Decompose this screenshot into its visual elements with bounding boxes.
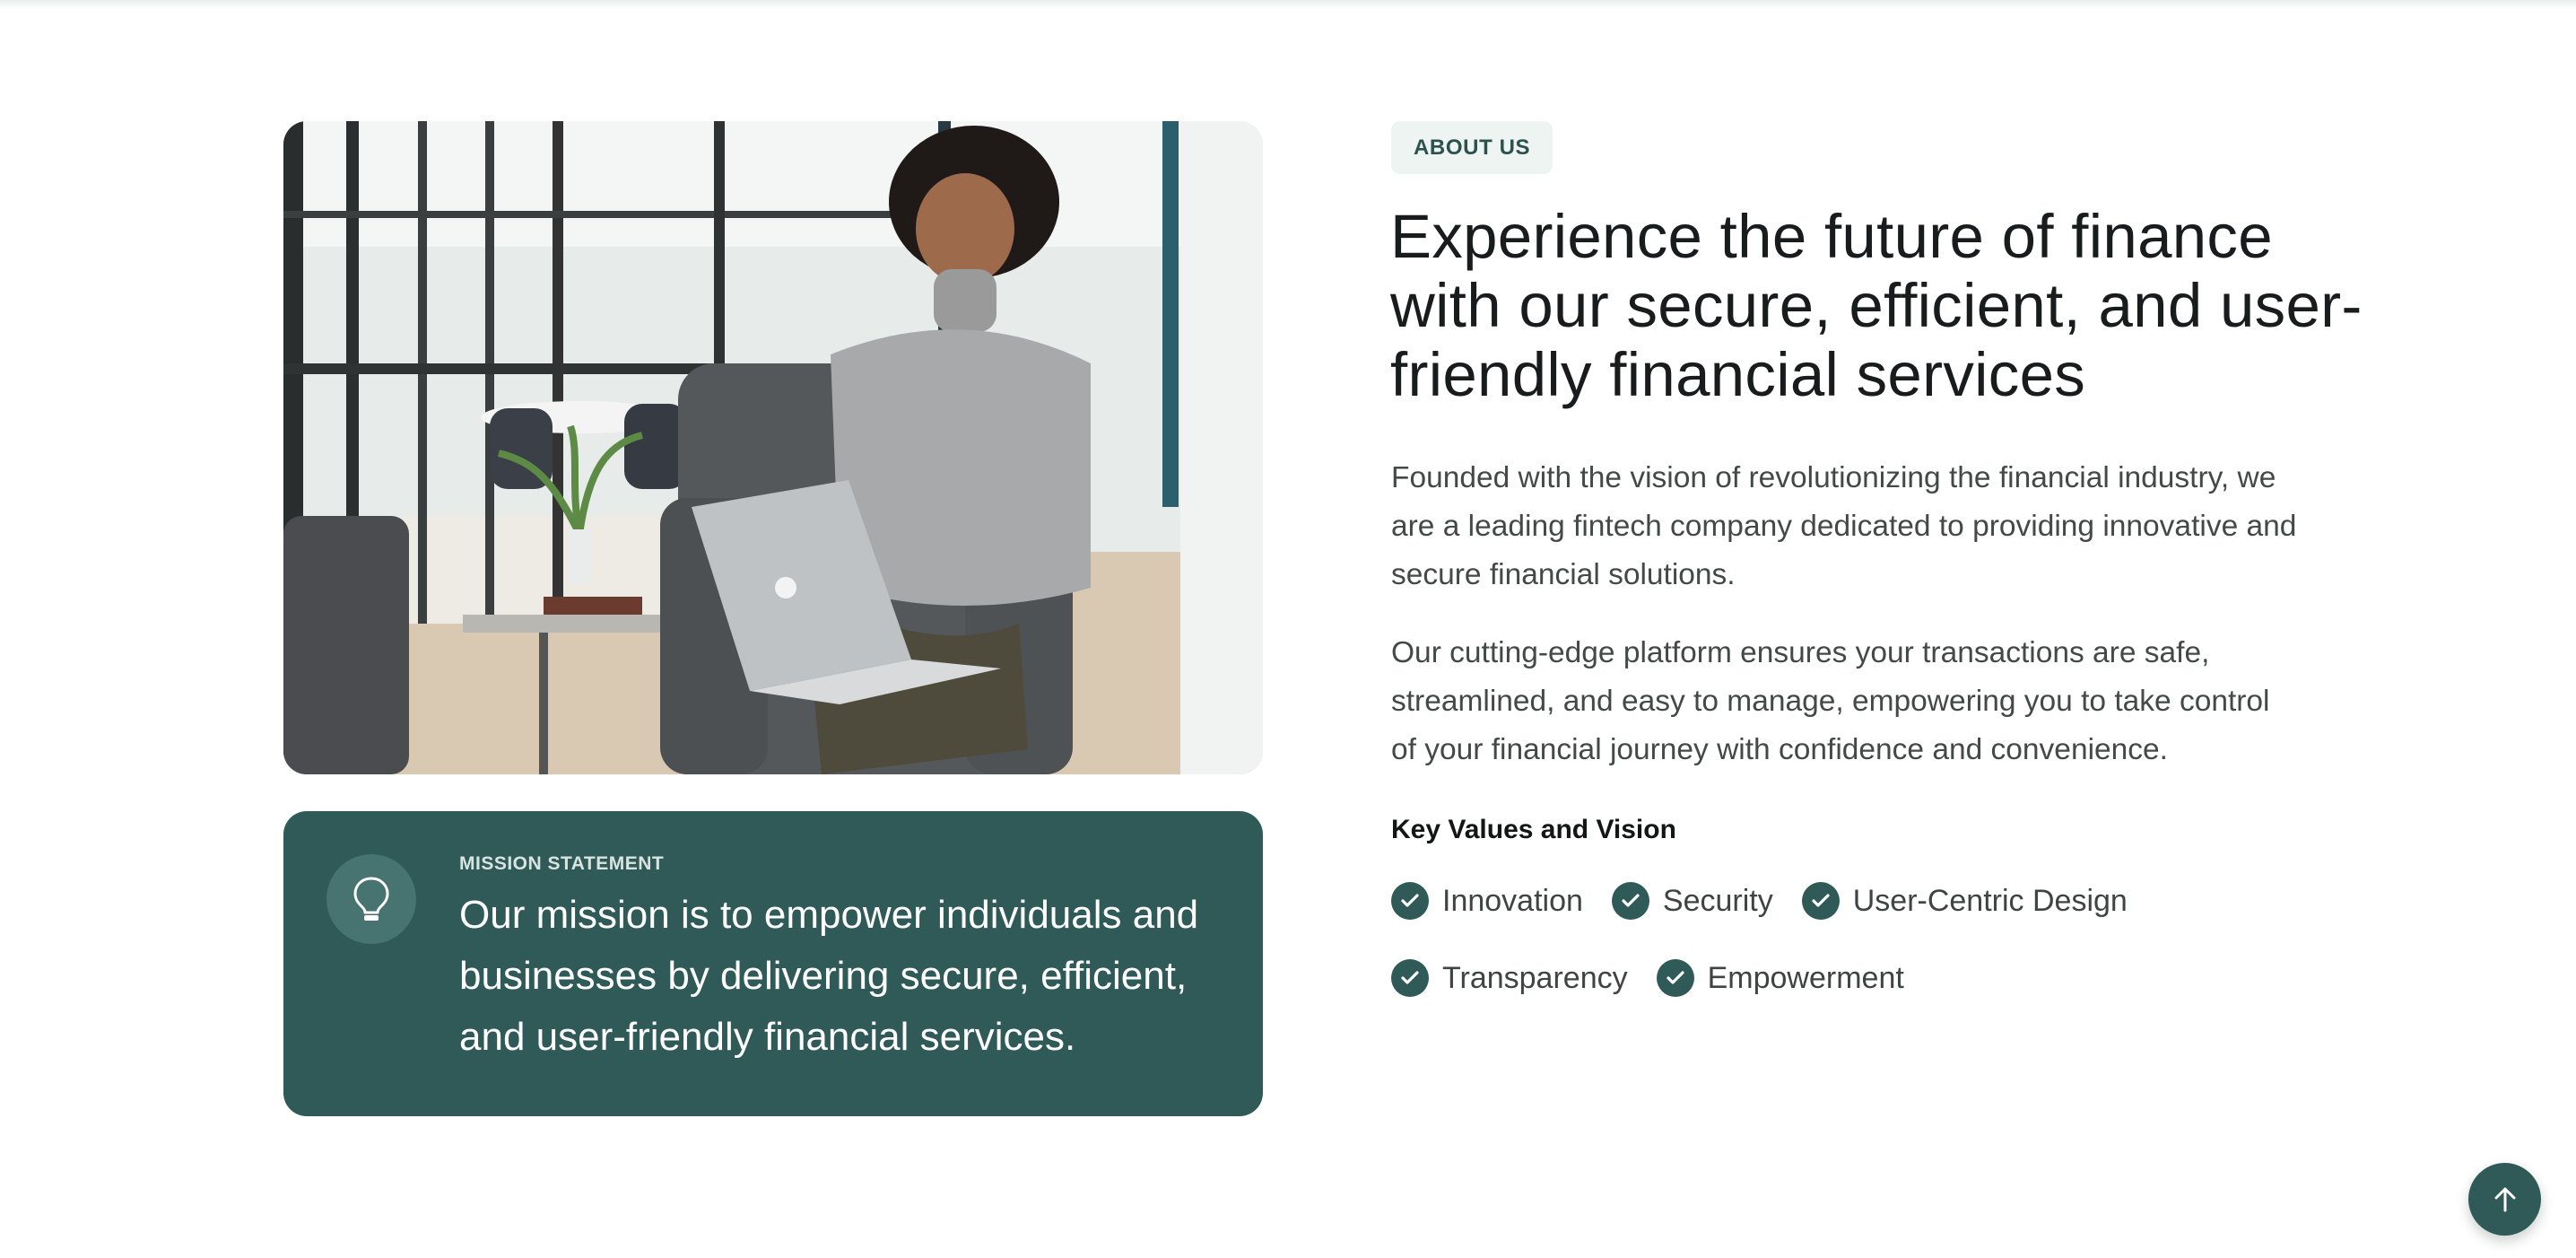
mission-card: MISSION STATEMENT Our mission is to empo…	[283, 811, 1263, 1116]
value-label: Empowerment	[1707, 960, 1904, 995]
scroll-to-top-button[interactable]	[2468, 1163, 2541, 1236]
value-item-transparency: Transparency	[1391, 959, 1628, 997]
header-shadow	[0, 0, 2576, 9]
check-icon	[1611, 882, 1649, 920]
about-badge: ABOUT US	[1391, 121, 1553, 174]
check-icon	[1391, 882, 1429, 920]
value-item-empowerment: Empowerment	[1656, 959, 1904, 997]
value-label: Security	[1662, 883, 1773, 918]
page-title: Experience the future of finance with ou…	[1390, 202, 2363, 409]
check-icon	[1801, 882, 1840, 920]
mission-text: Our mission is to empower individuals an…	[459, 893, 1199, 1059]
value-label: User-Centric Design	[1852, 883, 2128, 918]
values-row: Transparency Empowerment	[1391, 959, 1933, 997]
about-paragraph-2: Our cutting-edge platform ensures your t…	[1391, 636, 2270, 766]
value-label: Innovation	[1442, 883, 1583, 918]
values-row: Innovation Security User-Centric Design	[1391, 882, 2156, 920]
check-icon	[1656, 959, 1694, 997]
value-item-user-centric-design: User-Centric Design	[1801, 882, 2128, 920]
value-item-innovation: Innovation	[1391, 882, 1583, 920]
mission-label: MISSION STATEMENT	[459, 853, 665, 874]
lightbulb-icon	[326, 854, 416, 944]
value-label: Transparency	[1442, 960, 1628, 995]
office-photo	[283, 121, 1263, 774]
values-title: Key Values and Vision	[1391, 815, 1676, 844]
check-icon	[1391, 959, 1429, 997]
value-item-security: Security	[1611, 882, 1773, 920]
about-paragraph-1: Founded with the vision of revolutionizi…	[1391, 461, 2297, 591]
arrow-up-icon	[2494, 1187, 2515, 1211]
